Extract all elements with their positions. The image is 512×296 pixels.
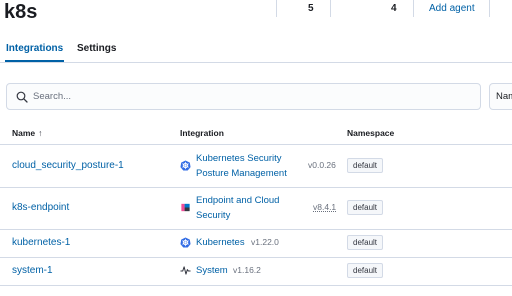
column-header-name[interactable]: Name ↑ xyxy=(12,128,42,138)
policy-name-link[interactable]: kubernetes-1 xyxy=(12,237,70,248)
integration-version: v8.4.1 xyxy=(313,202,337,212)
stat-value-1: 5 xyxy=(308,3,314,14)
column-header-integration: Integration xyxy=(180,128,224,138)
integration-link[interactable]: System xyxy=(196,263,228,278)
integration-version: v1.22.0 xyxy=(251,237,279,247)
integration-version: v0.0.26 xyxy=(308,160,336,170)
tab-bar: Integrations Settings xyxy=(0,36,512,63)
namespace-badge: default xyxy=(347,200,384,215)
search-box xyxy=(6,83,481,110)
tab-settings[interactable]: Settings xyxy=(77,43,116,54)
filter-select-label: Nam xyxy=(496,91,512,102)
filter-select[interactable]: Nam xyxy=(489,83,512,110)
page-title: k8s xyxy=(4,1,38,23)
table-row: system-1 System v1.16.2 default xyxy=(0,257,512,286)
header-divider xyxy=(413,0,414,17)
table-row: k8s-endpoint Endpoint and Cloud Security … xyxy=(0,187,512,230)
integration-link[interactable]: Kubernetes xyxy=(196,235,245,250)
add-agent-link[interactable]: Add agent xyxy=(429,3,475,14)
table-row: kubernetes-1 Kubernetes v1.22.0 default xyxy=(0,229,512,258)
header-divider xyxy=(330,0,331,17)
stat-value-2: 4 xyxy=(391,3,397,14)
integration-link[interactable]: Endpoint and Cloud Security xyxy=(196,193,279,223)
table-row: cloud_security_posture-1 Kubernetes Secu… xyxy=(0,145,512,188)
elastic-security-icon xyxy=(181,203,190,212)
column-header-namespace: Namespace xyxy=(347,128,395,138)
namespace-badge: default xyxy=(347,235,384,250)
integration-version: v1.16.2 xyxy=(233,265,261,275)
table-header: Name ↑ Integration Namespace xyxy=(0,122,512,145)
kubernetes-icon xyxy=(180,160,191,171)
policy-name-link[interactable]: cloud_security_posture-1 xyxy=(12,160,124,171)
system-activity-icon xyxy=(180,266,191,275)
tab-integrations[interactable]: Integrations xyxy=(6,43,63,54)
sort-ascending-icon: ↑ xyxy=(38,128,43,138)
namespace-badge: default xyxy=(347,263,384,278)
search-icon xyxy=(16,91,28,103)
policy-name-link[interactable]: k8s-endpoint xyxy=(12,202,69,213)
integration-link[interactable]: Kubernetes Security Posture Management xyxy=(196,151,287,181)
kubernetes-icon xyxy=(180,237,191,248)
search-input[interactable] xyxy=(33,86,463,106)
header-divider xyxy=(276,0,277,17)
policy-name-link[interactable]: system-1 xyxy=(12,265,53,276)
active-tab-indicator xyxy=(5,60,64,62)
header-divider xyxy=(489,0,490,17)
namespace-badge: default xyxy=(347,158,384,173)
